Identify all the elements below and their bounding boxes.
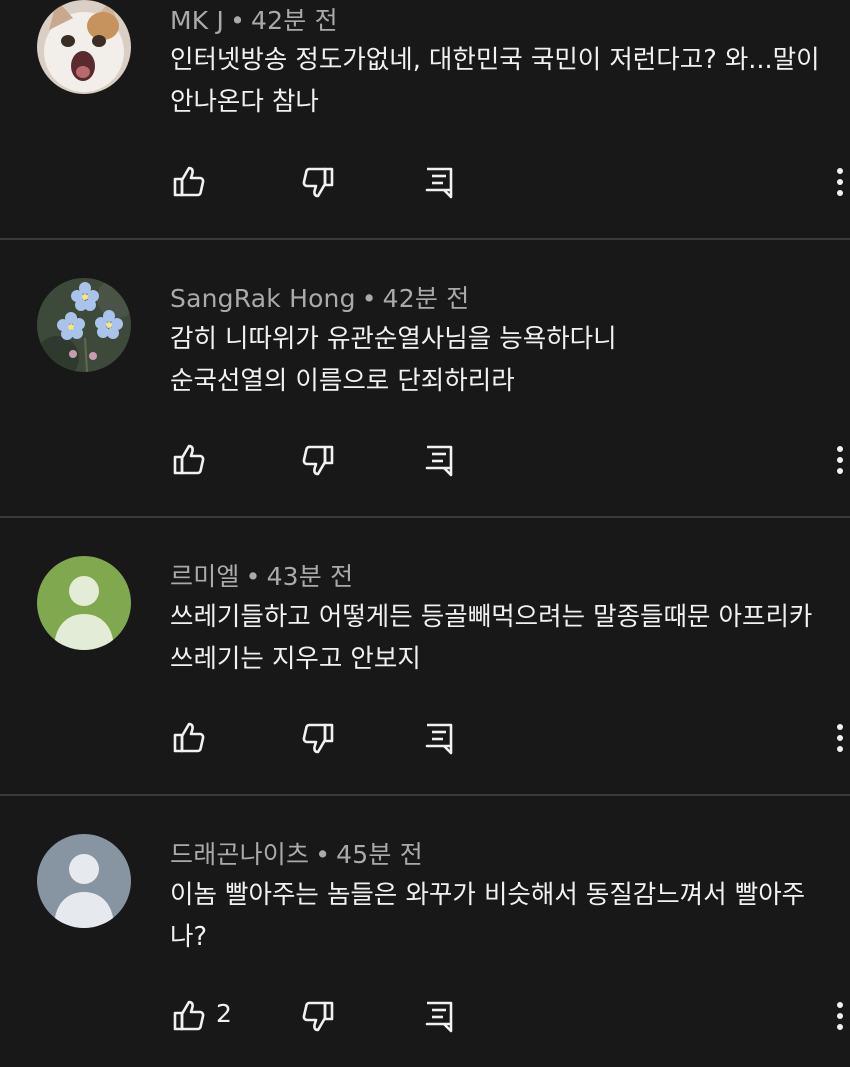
reply-comment-icon — [425, 723, 453, 755]
more-vertical-icon — [837, 1002, 843, 1030]
reply-button[interactable] — [416, 994, 460, 1038]
thumb-up-icon — [173, 444, 205, 475]
reply-button[interactable] — [416, 160, 460, 204]
separator-dot: • — [361, 284, 377, 313]
comment-line: 쓰레기는 지우고 안보지 — [170, 644, 421, 674]
avatar[interactable] — [37, 278, 131, 372]
separator-dot: • — [230, 6, 246, 35]
like-button[interactable] — [166, 438, 210, 482]
reply-button[interactable] — [416, 716, 460, 760]
comment-time[interactable]: 42분 전 — [251, 6, 338, 35]
author-name[interactable]: 드래곤나이츠 — [170, 840, 309, 869]
comment-item: 르미엘 • 43분 전 쓰레기들하고 어떻게든 등골빼먹으려는 말종들때문 아프리카… — [0, 518, 850, 796]
thumb-down-icon — [302, 167, 334, 198]
comment-text: 인터넷방송 정도가없네, 대한민국 국민이 저런다고? 와...말이 안나온다 … — [170, 39, 835, 123]
thumb-up-icon — [173, 1000, 205, 1031]
like-button[interactable] — [166, 160, 210, 204]
author-name[interactable]: SangRak Hong — [170, 284, 356, 313]
more-options-button[interactable] — [828, 994, 850, 1038]
more-options-button[interactable] — [828, 716, 850, 760]
more-vertical-icon — [837, 724, 843, 752]
separator-dot: • — [245, 562, 261, 591]
dislike-button[interactable] — [297, 438, 341, 482]
author-name[interactable]: MK J — [170, 6, 224, 35]
avatar[interactable] — [37, 834, 131, 928]
dislike-button[interactable] — [297, 994, 341, 1038]
comment-time[interactable]: 42분 전 — [383, 284, 470, 313]
like-button[interactable] — [166, 716, 210, 760]
comment-line: 안나온다 참나 — [170, 87, 319, 117]
dislike-button[interactable] — [297, 716, 341, 760]
comment-line: 감히 니따위가 유관순열사님을 능욕하다니 — [170, 324, 617, 354]
comment-text: 감히 니따위가 유관순열사님을 능욕하다니 순국선열의 이름으로 단죄하리라 — [170, 318, 835, 402]
thumb-down-icon — [302, 1001, 334, 1032]
avatar[interactable] — [37, 556, 131, 650]
thumb-down-icon — [302, 445, 334, 476]
more-options-button[interactable] — [828, 160, 850, 204]
comment-line: 순국선열의 이름으로 단죄하리라 — [170, 366, 515, 396]
comment-meta: MK J • 42분 전 — [170, 1, 338, 37]
reply-comment-icon — [425, 445, 453, 477]
comment-text: 이놈 빨아주는 놈들은 와꾸가 비슷해서 동질감느껴서 빨아주 나? — [170, 874, 835, 958]
comment-meta: 르미엘 • 43분 전 — [170, 557, 353, 593]
like-button[interactable] — [166, 994, 210, 1038]
thumb-up-icon — [173, 166, 205, 197]
reply-comment-icon — [425, 1001, 453, 1033]
more-options-button[interactable] — [828, 438, 850, 482]
more-vertical-icon — [837, 168, 843, 196]
separator-dot: • — [315, 840, 331, 869]
comment-line: 이놈 빨아주는 놈들은 와꾸가 비슷해서 동질감느껴서 빨아주 — [170, 880, 806, 910]
comment-item: MK J • 42분 전 인터넷방송 정도가없네, 대한민국 국민이 저런다고? 와… — [0, 0, 850, 240]
comment-meta: SangRak Hong • 42분 전 — [170, 279, 469, 315]
thumb-down-icon — [302, 723, 334, 754]
comment-item: SangRak Hong • 42분 전 감히 니따위가 유관순열사님을 능욕하다니… — [0, 240, 850, 518]
comment-line: 나? — [170, 922, 207, 952]
reply-button[interactable] — [416, 438, 460, 482]
comment-text: 쓰레기들하고 어떻게든 등골빼먹으려는 말종들때문 아프리카 쓰레기는 지우고 … — [170, 596, 835, 680]
avatar[interactable] — [37, 0, 131, 94]
comment-meta: 드래곤나이츠 • 45분 전 — [170, 835, 423, 871]
comment-line: 인터넷방송 정도가없네, 대한민국 국민이 저런다고? 와...말이 — [170, 45, 820, 75]
author-name[interactable]: 르미엘 — [170, 562, 240, 591]
comment-item: 드래곤나이츠 • 45분 전 이놈 빨아주는 놈들은 와꾸가 비슷해서 동질감느껴서… — [0, 796, 850, 1067]
comment-time[interactable]: 45분 전 — [336, 840, 423, 869]
more-vertical-icon — [837, 446, 843, 474]
comment-line: 쓰레기들하고 어떻게든 등골빼먹으려는 말종들때문 아프리카 — [170, 602, 813, 632]
reply-comment-icon — [425, 167, 453, 199]
comment-time[interactable]: 43분 전 — [267, 562, 354, 591]
dislike-button[interactable] — [297, 160, 341, 204]
like-count: 2 — [216, 999, 232, 1028]
thumb-up-icon — [173, 722, 205, 753]
